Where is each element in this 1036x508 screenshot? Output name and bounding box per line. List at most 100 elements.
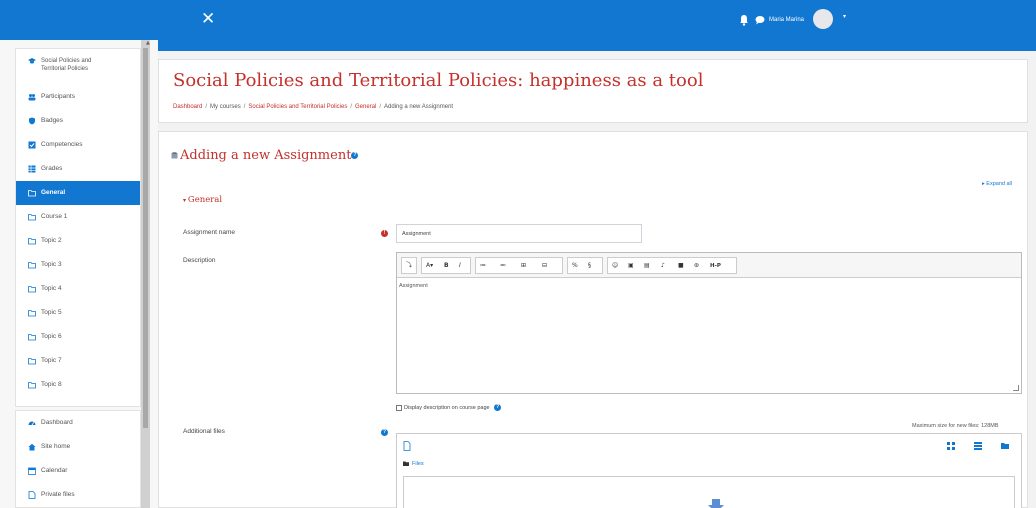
grid-view-icon[interactable] — [947, 442, 955, 450]
sidebar-item-general[interactable]: General — [16, 181, 140, 205]
assignment-name-label: Assignment name — [183, 229, 236, 236]
file-drop-zone[interactable] — [403, 476, 1015, 508]
breadcrumb-course[interactable]: Social Policies and Territorial Policies — [248, 104, 347, 110]
sidebar-item-competencies[interactable]: Competencies — [16, 133, 140, 157]
breadcrumb-dashboard[interactable]: Dashboard — [173, 104, 202, 110]
bell-icon[interactable] — [739, 14, 749, 26]
sidebar-item-participants[interactable]: Participants — [16, 85, 140, 109]
h5p-button[interactable]: H-P — [710, 261, 721, 271]
media-button[interactable]: ▤ — [644, 261, 650, 271]
list-view-icon[interactable] — [974, 442, 982, 450]
global-nav-group: Dashboard Site home Calendar Private fil… — [15, 410, 141, 508]
folder-icon — [403, 461, 409, 467]
chat-icon[interactable] — [755, 15, 765, 25]
resize-handle[interactable] — [1013, 385, 1019, 391]
record-video-button[interactable]: ■ — [678, 261, 684, 271]
sidebar-item-topic-5[interactable]: Topic 5 — [16, 301, 140, 325]
sidebar-scrollbar[interactable] — [141, 40, 150, 508]
folder-icon — [28, 262, 36, 269]
bold-button[interactable]: B — [444, 261, 449, 271]
outdent-button[interactable]: ⊟ — [542, 261, 547, 271]
folder-view-icon[interactable] — [1001, 442, 1009, 450]
unlink-button[interactable]: § — [588, 261, 591, 271]
sidebar-item-label: Topic 2 — [41, 237, 62, 244]
table-icon — [28, 165, 36, 173]
sidebar-item-topic-6[interactable]: Topic 6 — [16, 325, 140, 349]
toggle-toolbar-button[interactable]: ⤵ — [406, 261, 412, 271]
italic-button[interactable]: I — [459, 261, 461, 271]
manage-files-button[interactable]: ⊛ — [694, 261, 699, 271]
help-icon[interactable]: ? — [494, 404, 502, 411]
sidebar-item-label: Territorial Policies — [41, 66, 89, 72]
section-general-toggle[interactable]: ▾ General — [183, 195, 222, 205]
folder-icon — [28, 214, 36, 221]
sidebar-item-label: Grades — [41, 165, 63, 172]
sidebar-item-topic-8[interactable]: Topic 8 — [16, 373, 140, 397]
course-nav-group: Social Policies and Territorial Policies… — [15, 48, 141, 407]
sidebar-item-label: Dashboard — [41, 419, 73, 426]
expand-all-link[interactable]: ▸ Expand all — [982, 181, 1012, 187]
sidebar-item-course[interactable]: Social Policies and Territorial Policies — [16, 49, 140, 83]
home-icon — [28, 443, 36, 451]
display-description-checkbox[interactable] — [396, 404, 402, 411]
assignment-name-input[interactable] — [396, 224, 642, 243]
description-editor[interactable]: ⤵ A▾ B I ≔ ≕ ⊞ ⊟ % § ☺ ▣ ▤ ♪ ■ ⊛ H-P Ass… — [396, 252, 1022, 394]
font-style-button[interactable]: A▾ — [426, 261, 433, 271]
folder-icon — [28, 190, 36, 197]
sidebar-item-site-home[interactable]: Site home — [16, 435, 140, 459]
sidebar-item-private-files[interactable]: Private files — [16, 483, 140, 507]
editor-toolbar: ⤵ A▾ B I ≔ ≕ ⊞ ⊟ % § ☺ ▣ ▤ ♪ ■ ⊛ H-P — [397, 253, 1021, 278]
sidebar-item-badges[interactable]: Badges — [16, 109, 140, 133]
emoticon-button[interactable]: ☺ — [612, 261, 618, 271]
record-audio-button[interactable]: ♪ — [661, 261, 665, 271]
file-path: Files — [403, 461, 424, 467]
sidebar-item-topic-2[interactable]: Topic 2 — [16, 229, 140, 253]
sidebar-item-course-1[interactable]: Course 1 — [16, 205, 140, 229]
file-path-label[interactable]: Files — [412, 461, 424, 467]
user-menu-chevron-icon[interactable]: ▾ — [843, 13, 846, 20]
image-button[interactable]: ▣ — [628, 261, 634, 271]
nav-drawer: ▲ Social Policies and Territorial Polici… — [0, 40, 158, 508]
sidebar-item-label: Topic 7 — [41, 357, 62, 364]
expand-all-label: Expand all — [986, 181, 1012, 187]
ordered-list-button[interactable]: ≕ — [500, 261, 506, 271]
sidebar-item-grades[interactable]: Grades — [16, 157, 140, 181]
toolbar-group: ≔ ≕ ⊞ ⊟ — [475, 257, 563, 274]
help-icon[interactable]: ? — [381, 429, 388, 436]
assignment-icon — [171, 152, 178, 159]
close-drawer-icon[interactable]: ✕ — [201, 9, 215, 29]
add-file-icon[interactable] — [403, 441, 411, 451]
sidebar-item-label: Social Policies and — [41, 58, 92, 64]
editor-content[interactable]: Assignment — [399, 283, 428, 289]
description-label: Description — [183, 257, 216, 264]
scroll-up-arrow-icon[interactable]: ▲ — [146, 40, 150, 46]
calendar-icon — [28, 467, 36, 475]
toolbar-group: % § — [567, 257, 603, 274]
sidebar-item-label: Course 1 — [41, 213, 68, 220]
user-name[interactable]: Maria Marina — [769, 15, 804, 25]
folder-icon — [28, 382, 36, 389]
additional-files-label: Additional files — [183, 428, 225, 435]
avatar[interactable] — [813, 9, 833, 29]
help-icon[interactable]: ? — [351, 152, 359, 159]
sidebar-item-topic-3[interactable]: Topic 3 — [16, 253, 140, 277]
assignment-form: Adding a new Assignment? ▸ Expand all ▾ … — [158, 131, 1028, 508]
sidebar-item-label: Topic 5 — [41, 309, 62, 316]
indent-button[interactable]: ⊞ — [521, 261, 526, 271]
toolbar-group: ⤵ — [401, 257, 417, 274]
sidebar-item-topic-7[interactable]: Topic 7 — [16, 349, 140, 373]
link-button[interactable]: % — [572, 261, 578, 271]
sidebar-item-label: Competencies — [41, 141, 83, 148]
sidebar-scrollbar-thumb[interactable] — [143, 48, 148, 428]
sidebar-item-calendar[interactable]: Calendar — [16, 459, 140, 483]
sidebar-item-dashboard[interactable]: Dashboard — [16, 411, 140, 435]
folder-icon — [28, 310, 36, 317]
breadcrumb-general[interactable]: General — [355, 104, 376, 110]
unordered-list-button[interactable]: ≔ — [480, 261, 486, 271]
breadcrumb-separator: / — [243, 104, 246, 110]
form-heading: Adding a new Assignment? — [171, 148, 359, 163]
sidebar-item-topic-4[interactable]: Topic 4 — [16, 277, 140, 301]
download-arrow-icon — [708, 499, 724, 508]
breadcrumb-my-courses: My courses — [210, 104, 241, 110]
sidebar-item-label: Private files — [41, 491, 75, 498]
